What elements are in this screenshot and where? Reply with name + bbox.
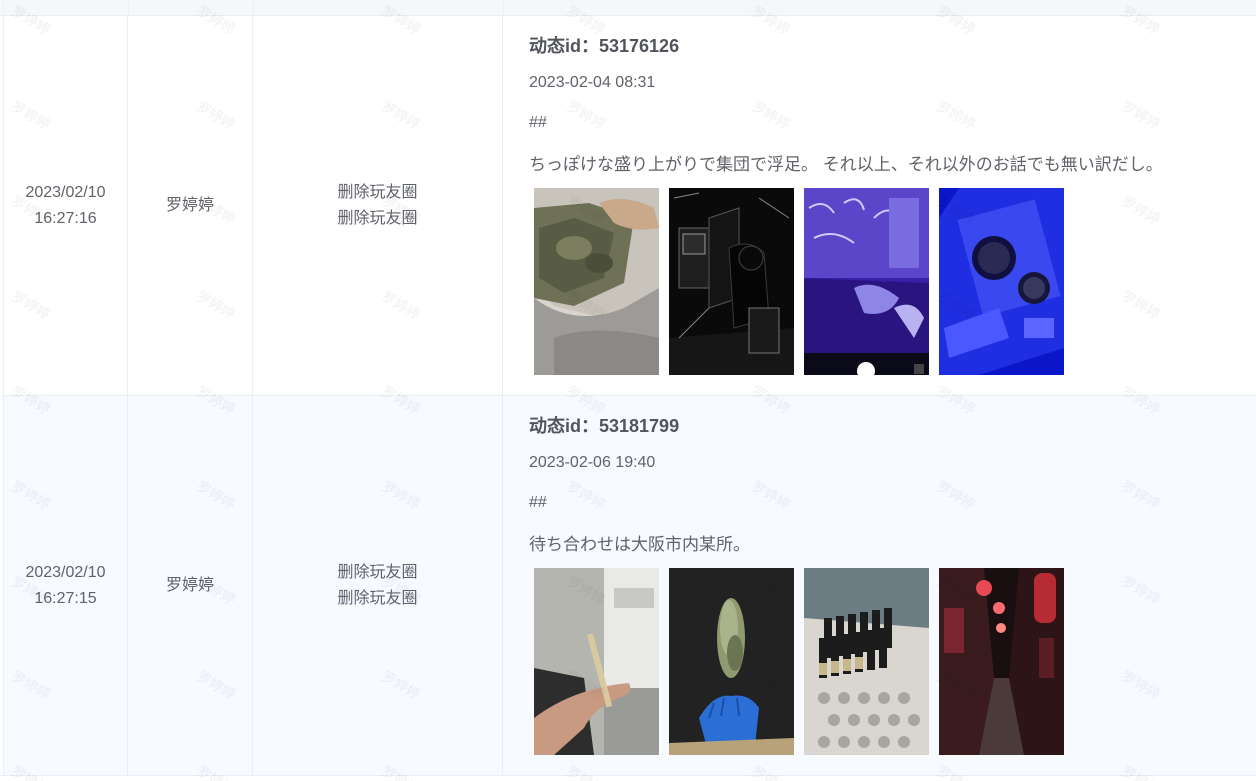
photo-vials-tray <box>804 568 929 755</box>
user-cell: 罗婷婷 <box>128 16 253 395</box>
post-image-thumbnail[interactable] <box>534 188 659 375</box>
time-clock: 16:27:16 <box>34 209 97 227</box>
time-cell: 2023/02/10 16:27:15 <box>3 396 128 775</box>
post-image-thumbnail[interactable] <box>534 568 659 755</box>
post-date: 2023-02-04 08:31 <box>529 74 656 91</box>
action-label: 删除玩友圈 <box>337 183 418 201</box>
post-image-thumbnail[interactable] <box>669 568 794 755</box>
photo-red-alley <box>939 568 1064 755</box>
column-divider <box>503 0 504 15</box>
column-divider <box>253 0 254 15</box>
post-image-thumbnail[interactable] <box>669 188 794 375</box>
post-image-thumbnail[interactable] <box>939 188 1064 375</box>
post-text: 待ち合わせは大阪市内某所。 <box>529 535 750 554</box>
post-id: 动态id：53181799 <box>529 416 680 436</box>
post-image-thumbnail[interactable] <box>804 188 929 375</box>
column-divider <box>128 0 129 15</box>
photo-blue-glove <box>669 568 794 755</box>
post-tags: ## <box>529 114 547 131</box>
action-cell: 删除玩友圈 删除玩友圈 <box>253 396 503 775</box>
table-bottom-edge <box>0 775 1256 781</box>
action-cell: 删除玩友圈 删除玩友圈 <box>253 16 503 395</box>
moments-log-table: 2023/02/10 16:27:16 罗婷婷 删除玩友圈 删除玩友圈 动态id… <box>0 0 1256 781</box>
action-label: 删除玩友圈 <box>337 209 418 227</box>
time-date: 2023/02/10 <box>25 183 106 201</box>
table-row: 2023/02/10 16:27:15 罗婷婷 删除玩友圈 删除玩友圈 动态id… <box>3 396 1256 776</box>
time-clock: 16:27:15 <box>34 589 97 607</box>
post-image-thumbnail[interactable] <box>939 568 1064 755</box>
photo-dark-arcade <box>669 188 794 375</box>
table-header-strip <box>0 0 1256 16</box>
photo-blue-table <box>939 188 1064 375</box>
post-image-thumbnail[interactable] <box>804 568 929 755</box>
time-cell: 2023/02/10 16:27:16 <box>3 16 128 395</box>
column-divider <box>3 0 4 15</box>
photo-purple-room <box>804 188 929 375</box>
post-tags: ## <box>529 494 547 511</box>
user-name: 罗婷婷 <box>165 576 214 594</box>
time-date: 2023/02/10 <box>25 563 106 581</box>
post-text: ちっぽけな盛り上がりで集団で浮足。 それ以上、それ以外のお話でも無い訳だし。 <box>529 155 1163 174</box>
photo-bag <box>534 188 659 375</box>
post-content-cell: 动态id：53176126 2023-02-04 08:31 ## ちっぽけな盛… <box>503 16 1256 395</box>
post-id: 动态id：53176126 <box>529 36 680 56</box>
user-name: 罗婷婷 <box>165 196 214 214</box>
table-row: 2023/02/10 16:27:16 罗婷婷 删除玩友圈 删除玩友圈 动态id… <box>3 16 1256 396</box>
user-cell: 罗婷婷 <box>128 396 253 775</box>
photo-hand-joint <box>534 568 659 755</box>
action-label: 删除玩友圈 <box>337 563 418 581</box>
action-label: 删除玩友圈 <box>337 589 418 607</box>
post-date: 2023-02-06 19:40 <box>529 454 656 471</box>
post-content-cell: 动态id：53181799 2023-02-06 19:40 ## 待ち合わせは… <box>503 396 1256 775</box>
